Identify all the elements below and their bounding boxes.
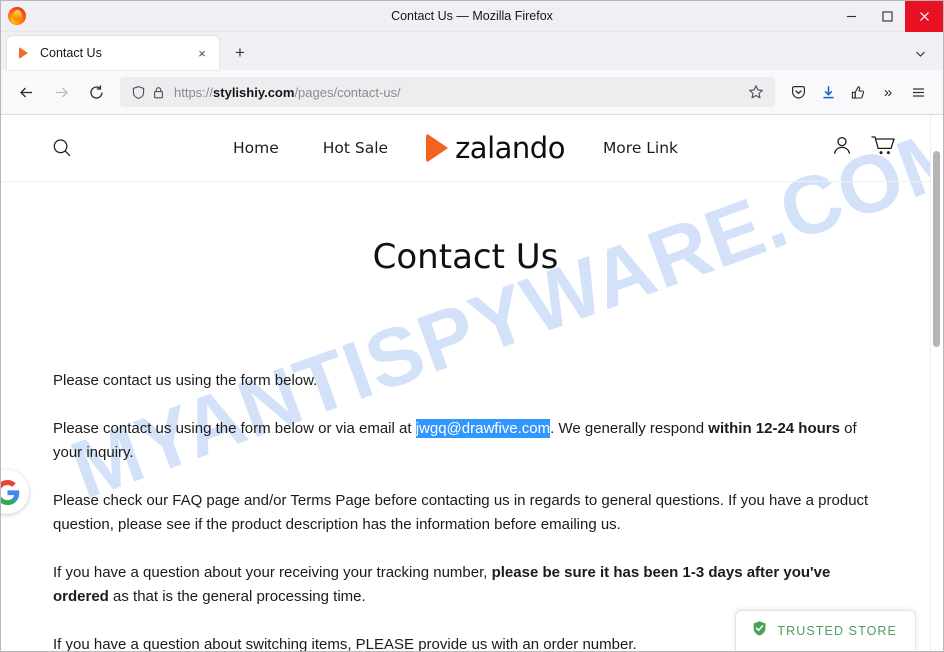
page-scrollbar[interactable] [930, 115, 943, 651]
text-fragment: If you have a question about switching i… [53, 636, 637, 651]
account-icon[interactable] [843, 77, 873, 107]
zalando-logo-mark-icon [426, 133, 449, 163]
zalando-logo[interactable]: zalando [410, 131, 581, 165]
nav-link-hot-sale[interactable]: Hot Sale [301, 139, 410, 157]
text-fragment: Please check our FAQ page and/or Terms P… [53, 492, 869, 533]
tab-strip: Contact Us × + [1, 32, 943, 70]
account-button[interactable] [830, 134, 854, 163]
nav-link-home[interactable]: Home [211, 139, 301, 157]
text-fragment: Please contact us using the form below. [53, 372, 318, 389]
paragraph-4: If you have a question about your receiv… [53, 561, 878, 609]
list-all-tabs-icon[interactable] [907, 40, 933, 66]
navigation-toolbar: https://stylishiy.com/pages/contact-us/ … [1, 70, 943, 115]
text-fragment: . We generally respond [550, 420, 709, 437]
url-prefix: https:// [174, 84, 214, 100]
page-viewport: MYANTISPYWARE.COM Home Hot Sale zalando [1, 115, 943, 651]
shield-icon[interactable] [128, 82, 148, 102]
url-path: /pages/contact-us/ [294, 84, 401, 100]
page-content: Contact Us Please contact us using the f… [1, 237, 930, 651]
forward-button[interactable] [46, 77, 76, 107]
zalando-logo-text: zalando [455, 131, 565, 165]
url-host: stylishiy.com [213, 84, 295, 100]
window-title: Contact Us — Mozilla Firefox [391, 8, 553, 23]
header-actions [830, 134, 896, 163]
firefox-logo-icon [7, 6, 27, 26]
app-menu-icon[interactable] [903, 77, 933, 107]
close-window-button[interactable] [905, 1, 943, 32]
person-icon [833, 136, 851, 154]
trusted-store-badge[interactable]: TRUSTED STORE [735, 610, 916, 651]
browser-tab[interactable]: Contact Us × [7, 36, 219, 70]
paragraph-2: Please contact us using the form below o… [53, 417, 878, 465]
url-bar[interactable]: https://stylishiy.com/pages/contact-us/ [120, 77, 775, 107]
url-text[interactable]: https://stylishiy.com/pages/contact-us/ [174, 85, 745, 100]
trusted-store-label: TRUSTED STORE [777, 624, 897, 638]
text-fragment: If you have a question about your receiv… [53, 564, 492, 581]
web-page: MYANTISPYWARE.COM Home Hot Sale zalando [1, 115, 930, 651]
tab-title: Contact Us [40, 46, 102, 60]
text-fragment: as that is the general processing time. [108, 588, 366, 605]
paragraph-3: Please check our FAQ page and/or Terms P… [53, 489, 878, 537]
title-bar: Contact Us — Mozilla Firefox [1, 1, 943, 32]
pocket-icon[interactable] [783, 77, 813, 107]
site-header: Home Hot Sale zalando More Link [1, 115, 930, 182]
maximize-button[interactable] [869, 1, 905, 32]
toolbar-actions: » [783, 77, 933, 107]
cart-button[interactable] [870, 134, 896, 163]
cart-icon [871, 135, 895, 154]
back-button[interactable] [11, 77, 41, 107]
search-icon [53, 139, 71, 157]
overflow-menu-icon[interactable]: » [873, 77, 903, 107]
browser-window: Contact Us — Mozilla Firefox Contact Us … [0, 0, 944, 652]
text-fragment: Please contact us using the form below o… [53, 420, 416, 437]
google-g-icon [1, 479, 19, 505]
lock-icon[interactable] [148, 82, 168, 102]
text-fragment-bold: within 12-24 hours [708, 420, 840, 437]
scrollbar-thumb[interactable] [933, 151, 940, 347]
paragraph-1: Please contact us using the form below. [53, 369, 878, 393]
search-button[interactable] [51, 137, 81, 159]
page-title: Contact Us [372, 237, 559, 277]
selected-email-text[interactable]: jwgq@drawfive.com [415, 419, 551, 438]
site-navigation: Home Hot Sale zalando More Link [81, 131, 830, 165]
reload-button[interactable] [81, 77, 111, 107]
nav-link-more-link[interactable]: More Link [581, 139, 700, 157]
window-controls [833, 1, 943, 32]
new-tab-button[interactable]: + [225, 38, 255, 68]
bookmark-star-icon[interactable] [745, 84, 767, 100]
zalando-favicon-icon [17, 46, 31, 60]
downloads-icon[interactable] [813, 77, 843, 107]
shield-check-icon [751, 620, 768, 642]
close-tab-icon[interactable]: × [193, 44, 211, 62]
minimize-button[interactable] [833, 1, 869, 32]
